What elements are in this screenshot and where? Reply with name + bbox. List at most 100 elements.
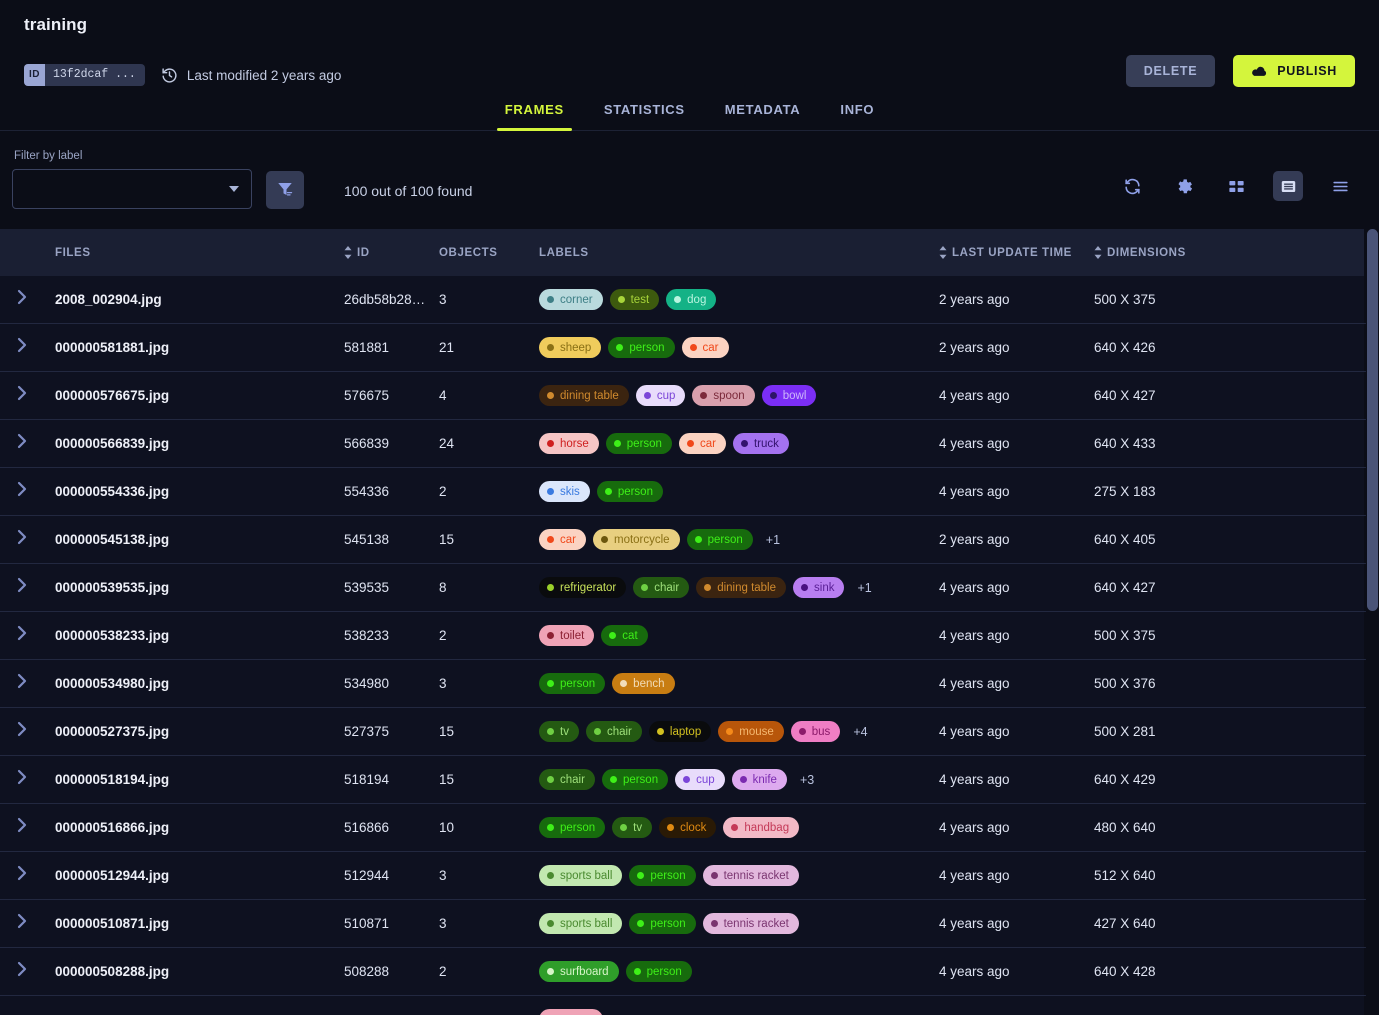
expand-row-button[interactable] <box>0 673 44 694</box>
label-chip[interactable]: person <box>608 337 674 358</box>
table-row[interactable]: 000000534980.jpg5349803personbench4 year… <box>0 660 1379 708</box>
table-row[interactable]: 000000508288.jpg5082882surfboardperson4 … <box>0 948 1379 996</box>
table-row[interactable]: 000000518194.jpg51819415chairpersoncupkn… <box>0 756 1379 804</box>
label-chip[interactable]: surfboard <box>539 961 619 982</box>
tab-frames[interactable]: FRAMES <box>485 102 584 130</box>
label-chip[interactable]: dining table <box>696 577 786 598</box>
label-chip[interactable]: person <box>629 913 695 934</box>
menu-icon[interactable] <box>1325 171 1355 201</box>
grid-view-icon[interactable] <box>1221 171 1251 201</box>
table-row[interactable]: 000000538233.jpg5382332toiletcat4 years … <box>0 612 1379 660</box>
label-chip[interactable]: tv <box>539 721 579 742</box>
label-chip[interactable]: person <box>597 481 663 502</box>
label-chip[interactable]: car <box>539 529 586 550</box>
expand-row-button[interactable] <box>0 817 44 838</box>
label-chip[interactable]: sink <box>793 577 844 598</box>
label-chip[interactable]: handbag <box>723 817 799 838</box>
expand-row-button[interactable] <box>0 769 44 790</box>
column-header-id[interactable]: ID <box>344 246 439 259</box>
label-chip[interactable]: person <box>629 865 695 886</box>
more-labels-count[interactable]: +3 <box>800 773 814 787</box>
expand-row-button[interactable] <box>0 337 44 358</box>
label-chip[interactable]: dog <box>666 289 716 310</box>
label-chip[interactable]: sheep <box>539 337 601 358</box>
label-chip[interactable]: toilet <box>539 625 594 646</box>
list-view-icon[interactable] <box>1273 171 1303 201</box>
label-chip[interactable]: person <box>539 673 605 694</box>
table-row[interactable]: 000000554336.jpg5543362skisperson4 years… <box>0 468 1379 516</box>
table-row[interactable]: 2008_002904.jpg26db58b28…3cornertestdog2… <box>0 276 1379 324</box>
publish-button[interactable]: PUBLISH <box>1233 55 1355 87</box>
label-chip[interactable]: refrigerator <box>539 577 626 598</box>
expand-row-button[interactable] <box>0 289 44 310</box>
label-chip[interactable]: tennis racket <box>703 913 799 934</box>
table-row[interactable]: 000000516866.jpg51686610persontvclockhan… <box>0 804 1379 852</box>
table-row[interactable]: 000000512944.jpg5129443sports ballperson… <box>0 852 1379 900</box>
vertical-scrollbar[interactable] <box>1366 229 1379 1015</box>
dataset-id-chip[interactable]: ID 13f2dcaf ... <box>24 64 145 86</box>
label-chip[interactable]: tennis racket <box>703 865 799 886</box>
table-row[interactable]: 000000510871.jpg5108713sports ballperson… <box>0 900 1379 948</box>
expand-row-button[interactable] <box>0 865 44 886</box>
label-chip[interactable]: cup <box>636 385 686 406</box>
label-chip[interactable]: corner <box>539 289 603 310</box>
expand-row-button[interactable] <box>0 481 44 502</box>
table-row[interactable]: 000000545138.jpg54513815carmotorcycleper… <box>0 516 1379 564</box>
label-chip[interactable]: sports ball <box>539 865 622 886</box>
tab-statistics[interactable]: STATISTICS <box>584 102 705 130</box>
label-chip[interactable]: truck <box>733 433 789 454</box>
label-chip[interactable]: horse <box>539 433 599 454</box>
label-chip[interactable]: car <box>679 433 726 454</box>
table-row[interactable]: 000000539535.jpg5395358refrigeratorchair… <box>0 564 1379 612</box>
refresh-icon[interactable] <box>1117 171 1147 201</box>
label-chip[interactable]: car <box>682 337 729 358</box>
expand-row-button[interactable] <box>0 913 44 934</box>
more-labels-count[interactable]: +1 <box>857 581 871 595</box>
label-chip[interactable]: clock <box>659 817 716 838</box>
label-chip[interactable]: cup <box>675 769 725 790</box>
column-header-objects[interactable]: OBJECTS <box>439 247 539 259</box>
expand-row-button[interactable] <box>0 385 44 406</box>
label-chip[interactable]: sports ball <box>539 913 622 934</box>
column-header-dimensions[interactable]: DIMENSIONS <box>1094 246 1364 259</box>
expand-row-button[interactable] <box>0 433 44 454</box>
label-chip[interactable]: bench <box>612 673 674 694</box>
expand-row-button[interactable] <box>0 577 44 598</box>
scrollbar-thumb[interactable] <box>1367 229 1378 611</box>
delete-button[interactable]: DELETE <box>1126 55 1216 87</box>
label-chip[interactable]: motorcycle <box>593 529 680 550</box>
label-chip[interactable]: test <box>610 289 660 310</box>
filter-settings-button[interactable] <box>266 171 304 209</box>
label-chip[interactable]: person <box>687 529 753 550</box>
expand-row-button[interactable] <box>0 721 44 742</box>
column-header-labels[interactable]: LABELS <box>539 247 939 259</box>
label-chip[interactable] <box>539 1009 603 1015</box>
label-chip[interactable]: mouse <box>718 721 784 742</box>
label-chip[interactable]: person <box>606 433 672 454</box>
label-chip[interactable]: chair <box>586 721 642 742</box>
label-chip[interactable]: cat <box>601 625 647 646</box>
tab-metadata[interactable]: METADATA <box>705 102 821 130</box>
table-row[interactable]: 000000566839.jpg56683924horsepersoncartr… <box>0 420 1379 468</box>
column-header-last-update-time[interactable]: LAST UPDATE TIME <box>939 246 1094 259</box>
label-filter-select[interactable] <box>12 169 252 209</box>
label-chip[interactable]: dining table <box>539 385 629 406</box>
label-chip[interactable]: skis <box>539 481 590 502</box>
label-chip[interactable]: bus <box>791 721 841 742</box>
gear-icon[interactable] <box>1169 171 1199 201</box>
label-chip[interactable]: bowl <box>762 385 817 406</box>
tab-info[interactable]: INFO <box>820 102 894 130</box>
table-row[interactable]: 000000576675.jpg5766754dining tablecupsp… <box>0 372 1379 420</box>
label-chip[interactable]: person <box>539 817 605 838</box>
column-header-files[interactable]: FILES <box>44 247 344 259</box>
label-chip[interactable]: person <box>602 769 668 790</box>
table-row[interactable]: 000000581881.jpg58188121sheeppersoncar2 … <box>0 324 1379 372</box>
label-chip[interactable]: spoon <box>692 385 754 406</box>
expand-row-button[interactable] <box>0 625 44 646</box>
more-labels-count[interactable]: +4 <box>853 725 867 739</box>
label-chip[interactable]: tv <box>612 817 652 838</box>
expand-row-button[interactable] <box>0 961 44 982</box>
table-row[interactable]: 000000527375.jpg52737515tvchairlaptopmou… <box>0 708 1379 756</box>
more-labels-count[interactable]: +1 <box>766 533 780 547</box>
table-row[interactable] <box>0 996 1379 1015</box>
